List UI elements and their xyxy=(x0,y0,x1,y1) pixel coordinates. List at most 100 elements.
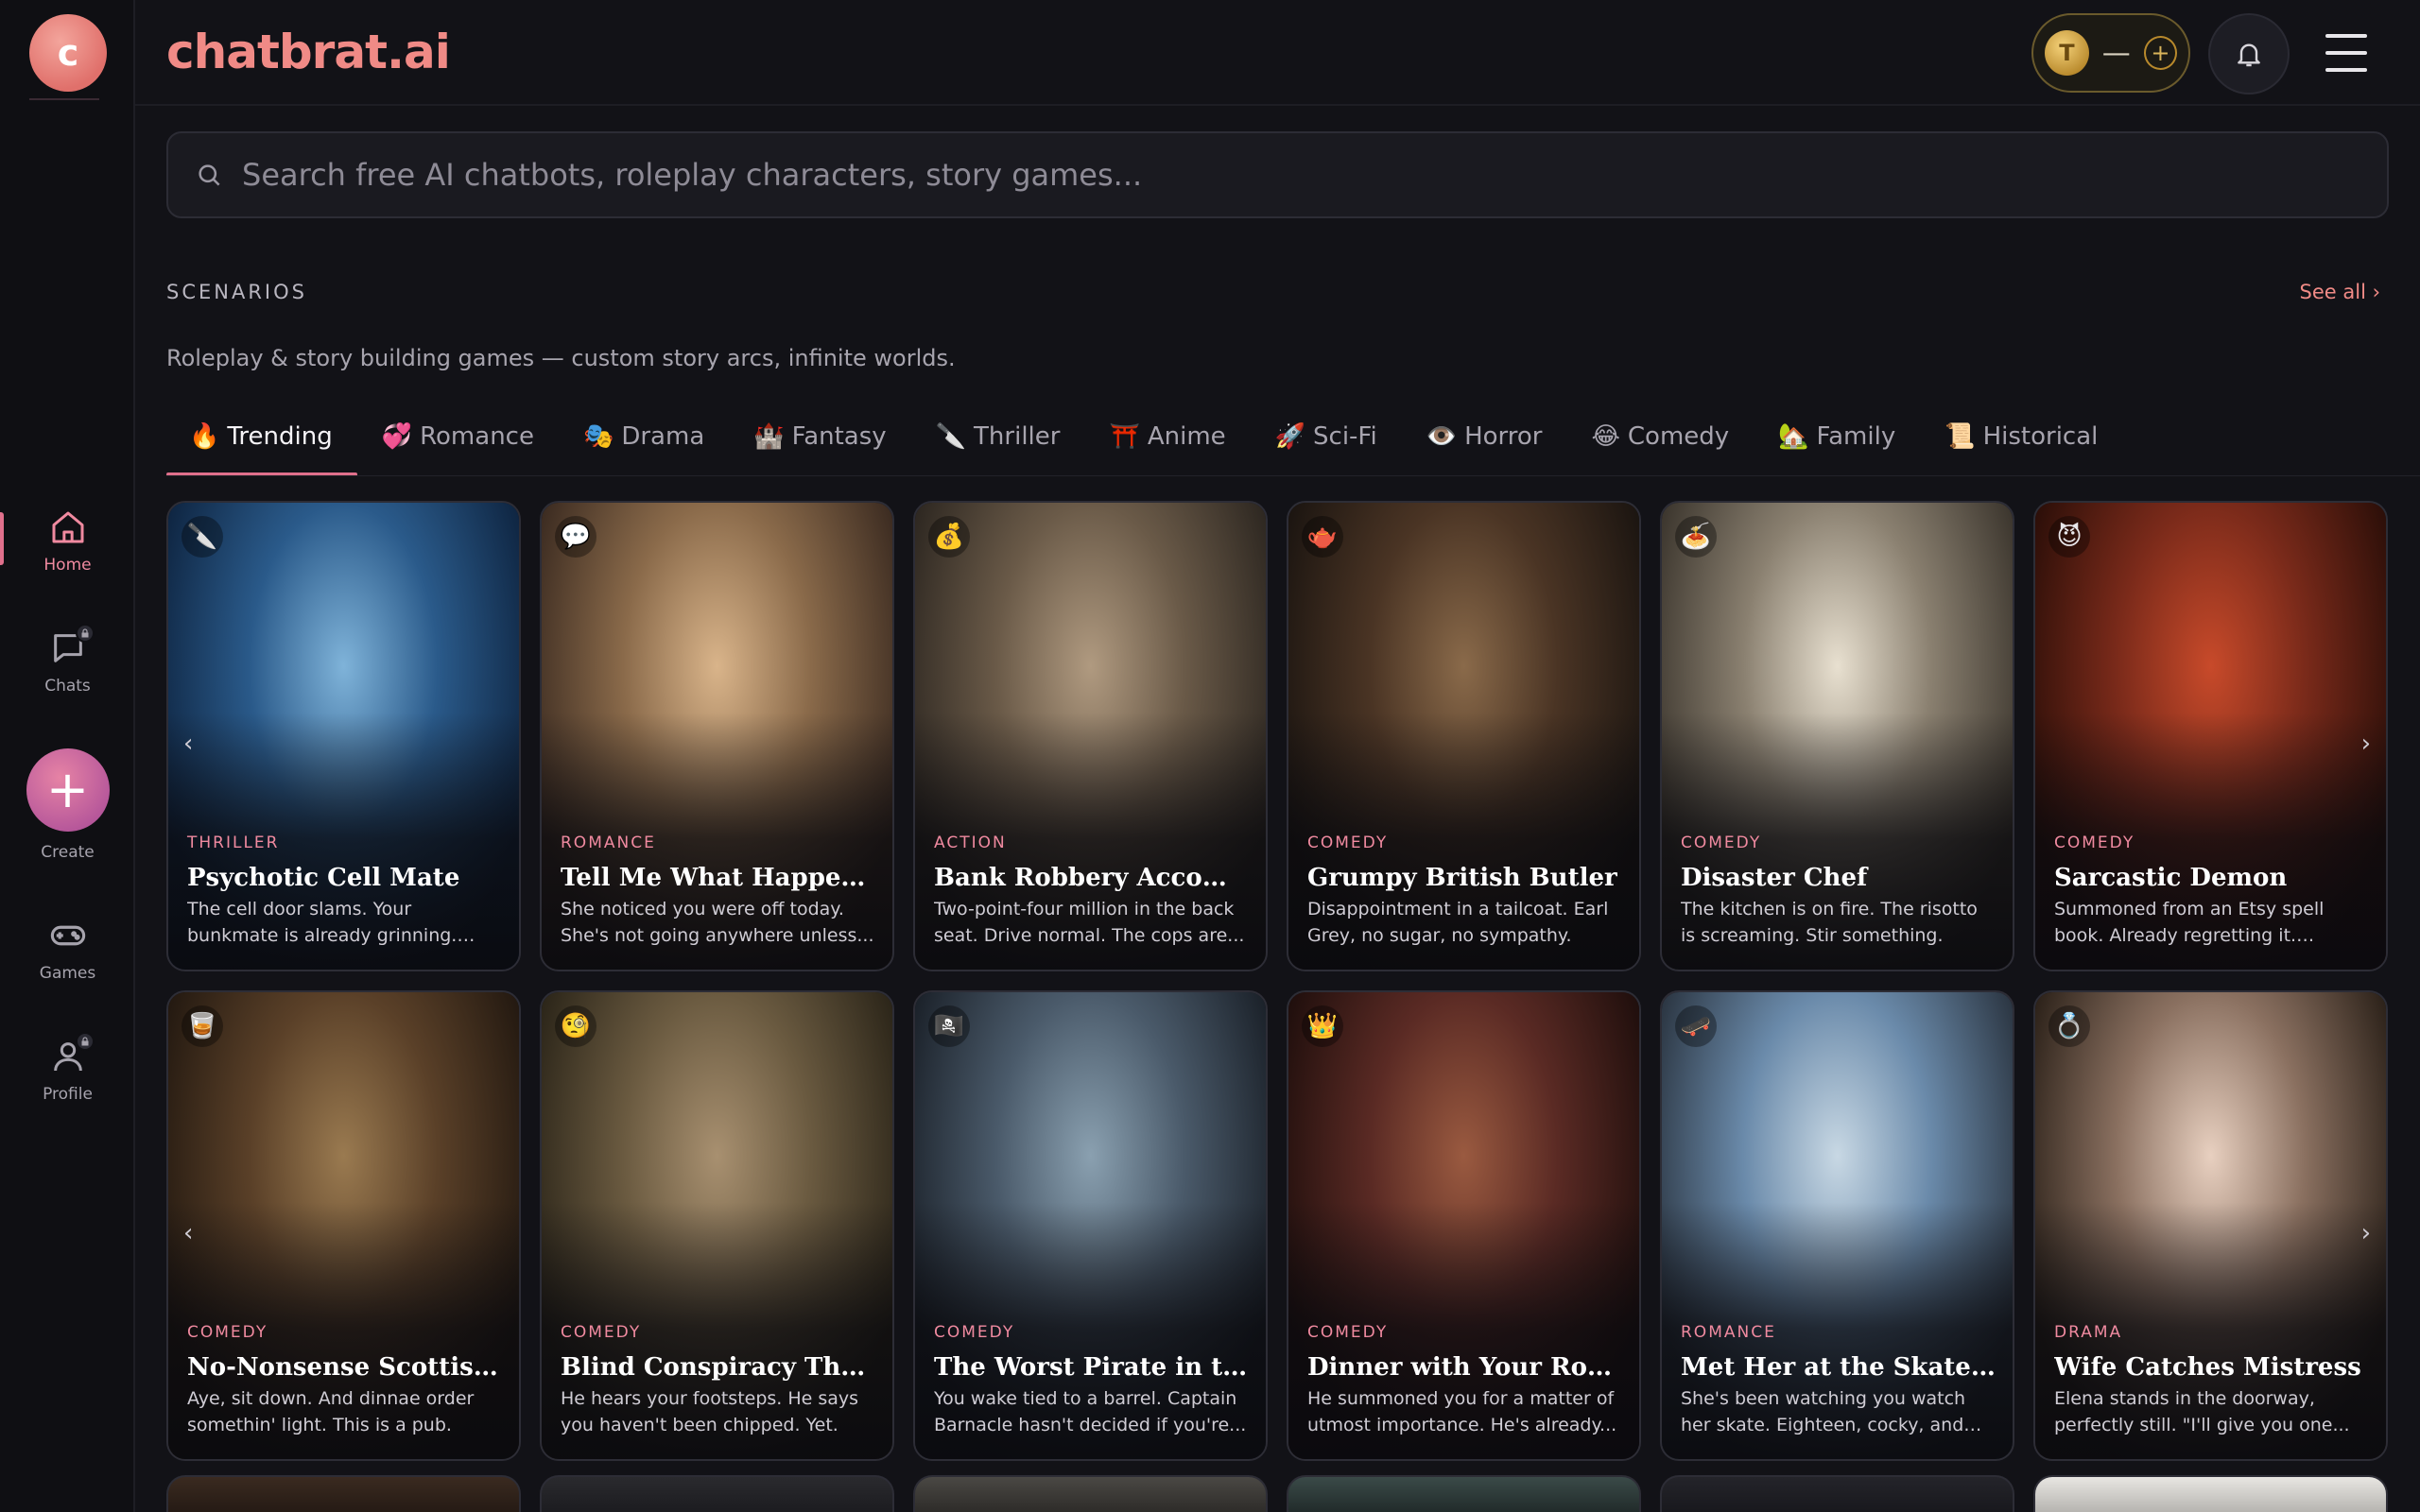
header-divider xyxy=(135,104,2420,106)
chat-icon xyxy=(45,624,95,671)
tab-sci-fi[interactable]: 🚀 Sci-Fi xyxy=(1251,397,1402,476)
card-emoji-badge-icon: 🧐 xyxy=(555,1005,596,1047)
card-emoji-badge-icon: 🥃 xyxy=(182,1005,223,1047)
tab-anime[interactable]: ⛩️ Anime xyxy=(1084,397,1250,476)
tab-emoji-icon: 😂 xyxy=(1591,422,1620,451)
see-all-link[interactable]: See all › xyxy=(2300,281,2380,303)
card-title: Dinner with Your Royal Highness xyxy=(1307,1353,1622,1382)
menu-bar xyxy=(2325,51,2367,55)
search-icon xyxy=(199,164,220,186)
lock-icon xyxy=(75,1032,95,1051)
menu-bar xyxy=(2325,34,2367,38)
tab-label: Sci-Fi xyxy=(1313,422,1377,451)
scenario-card[interactable]: 🫖 COMEDY Grumpy British Butler Disappointme… xyxy=(1287,501,1641,971)
tab-emoji-icon: ⛩️ xyxy=(1109,422,1140,451)
sidebar-item-games[interactable]: Games xyxy=(0,913,135,983)
card-emoji-badge-icon: 🫖 xyxy=(1302,516,1343,558)
carousel-prev-icon[interactable]: ‹ xyxy=(183,730,193,758)
card-genre: DRAMA xyxy=(2054,1323,2123,1342)
sidebar-item-label: Create xyxy=(41,843,95,862)
coin-balance-pill[interactable]: T — + xyxy=(2031,13,2190,93)
scenario-card[interactable] xyxy=(2033,1475,2388,1512)
tab-thriller[interactable]: 🔪 Thriller xyxy=(911,397,1085,476)
card-emoji-badge-icon: 👑 xyxy=(1302,1005,1343,1047)
card-title: Disaster Chef xyxy=(1681,864,1868,892)
sidebar-item-label: Home xyxy=(43,556,92,575)
scenario-card[interactable] xyxy=(166,1475,521,1512)
card-genre: COMEDY xyxy=(2054,833,2135,852)
search-bar[interactable] xyxy=(166,131,2389,218)
card-genre: COMEDY xyxy=(1681,833,1762,852)
card-emoji-badge-icon: 💰 xyxy=(928,516,970,558)
scenario-card[interactable]: 🧐 COMEDY Blind Conspiracy Theorist He hears… xyxy=(540,990,894,1461)
notifications-button[interactable] xyxy=(2208,13,2290,94)
card-description: You wake tied to a barrel. Captain Barna… xyxy=(934,1388,1247,1435)
category-tabs: 🔥 Trending 💞 Romance 🎭 Drama 🏰 Fantasy 🔪 Thriller… xyxy=(166,397,2122,476)
card-emoji-badge-icon: 🛹 xyxy=(1675,1005,1717,1047)
tab-emoji-icon: 🎭 xyxy=(582,422,614,451)
tab-emoji-icon: 🔥 xyxy=(189,422,220,451)
tabs-divider xyxy=(166,475,2420,476)
tab-emoji-icon: 🔪 xyxy=(935,422,967,451)
tab-historical[interactable]: 📜 Historical xyxy=(1920,397,2122,476)
sidebar-item-home[interactable]: Home xyxy=(0,505,135,575)
scenario-card[interactable]: 🛹 ROMANCE Met Her at the Skatepark She's be… xyxy=(1660,990,2014,1461)
card-description: Summoned from an Etsy spell book. Alread… xyxy=(2054,899,2325,946)
scenario-card[interactable] xyxy=(1287,1475,1641,1512)
tab-trending[interactable]: 🔥 Trending xyxy=(166,397,357,476)
bell-icon xyxy=(2238,43,2260,67)
scenario-card[interactable]: 😈 COMEDY Sarcastic Demon Summoned from an E… xyxy=(2033,501,2388,971)
card-description: He hears your footsteps. He says you hav… xyxy=(561,1388,859,1435)
card-genre: ROMANCE xyxy=(561,833,656,852)
card-description: Aye, sit down. And dinnae order somethin… xyxy=(187,1388,475,1435)
tab-fantasy[interactable]: 🏰 Fantasy xyxy=(729,397,910,476)
card-title: No-Nonsense Scottish Pub Landlord xyxy=(187,1353,502,1382)
tab-romance[interactable]: 💞 Romance xyxy=(357,397,559,476)
tab-emoji-icon: 🚀 xyxy=(1274,422,1306,451)
scenario-card[interactable]: 💰 ACTION Bank Robbery Accomplice Two-point-… xyxy=(913,501,1268,971)
scenario-card[interactable]: 💬 ROMANCE Tell Me What Happened She noticed… xyxy=(540,501,894,971)
card-emoji-badge-icon: 🏴‍☠️ xyxy=(928,1005,970,1047)
tab-label: Trending xyxy=(227,422,333,451)
scenario-card[interactable]: 💍 DRAMA Wife Catches Mistress Elena stands … xyxy=(2033,990,2388,1461)
scenario-grid: 🔪 THRILLER Psychotic Cell Mate The cell doo… xyxy=(166,501,2389,1461)
sidebar-item-create[interactable]: + Create xyxy=(0,748,135,862)
card-description: Two-point-four million in the back seat.… xyxy=(934,899,1245,946)
search-input[interactable] xyxy=(242,157,2360,193)
card-genre: COMEDY xyxy=(1307,833,1389,852)
card-emoji-badge-icon: 😈 xyxy=(2048,516,2090,558)
scenario-card[interactable]: 🔪 THRILLER Psychotic Cell Mate The cell doo… xyxy=(166,501,521,971)
card-title: Psychotic Cell Mate xyxy=(187,864,460,892)
tab-label: Fantasy xyxy=(791,422,887,451)
app-logo[interactable]: c xyxy=(29,14,107,92)
card-title: The Worst Pirate in the Caribbean xyxy=(934,1353,1249,1382)
lock-icon xyxy=(75,624,95,643)
scenario-card[interactable]: 🏴‍☠️ COMEDY The Worst Pirate in the Caribb… xyxy=(913,990,1268,1461)
card-description: The cell door slams. Your bunkmate is al… xyxy=(187,899,458,946)
carousel-next-icon[interactable]: › xyxy=(2361,730,2371,758)
tab-label: Romance xyxy=(420,422,534,451)
scenario-card[interactable] xyxy=(1660,1475,2014,1512)
tab-horror[interactable]: 👁️ Horror xyxy=(1402,397,1567,476)
carousel-prev-icon[interactable]: ‹ xyxy=(183,1219,193,1247)
scenario-card[interactable]: 🍝 COMEDY Disaster Chef The kitchen is on fi… xyxy=(1660,501,2014,971)
coin-icon: T xyxy=(2045,30,2089,76)
hamburger-menu-button[interactable] xyxy=(2325,34,2367,72)
card-description: He summoned you for a matter of utmost i… xyxy=(1307,1388,1617,1435)
card-genre: COMEDY xyxy=(1307,1323,1389,1342)
scenario-card[interactable] xyxy=(913,1475,1268,1512)
scenario-card[interactable]: 👑 COMEDY Dinner with Your Royal Highness He… xyxy=(1287,990,1641,1461)
tab-emoji-icon: 💞 xyxy=(381,422,413,451)
tab-comedy[interactable]: 😂 Comedy xyxy=(1567,397,1754,476)
add-coins-button[interactable]: + xyxy=(2143,36,2177,70)
sidebar-item-chats[interactable]: Chats xyxy=(0,624,135,696)
scenario-card[interactable] xyxy=(540,1475,894,1512)
scenario-card[interactable]: 🥃 COMEDY No-Nonsense Scottish Pub Landlord… xyxy=(166,990,521,1461)
tab-drama[interactable]: 🎭 Drama xyxy=(559,397,729,476)
card-title: Met Her at the Skatepark xyxy=(1681,1353,1996,1382)
card-emoji-badge-icon: 💬 xyxy=(555,516,596,558)
sidebar-item-profile[interactable]: Profile xyxy=(0,1032,135,1104)
brand-logo[interactable]: chatbrat.ai xyxy=(166,25,451,79)
tab-family[interactable]: 🏡 Family xyxy=(1754,397,1920,476)
carousel-next-icon[interactable]: › xyxy=(2361,1219,2371,1247)
